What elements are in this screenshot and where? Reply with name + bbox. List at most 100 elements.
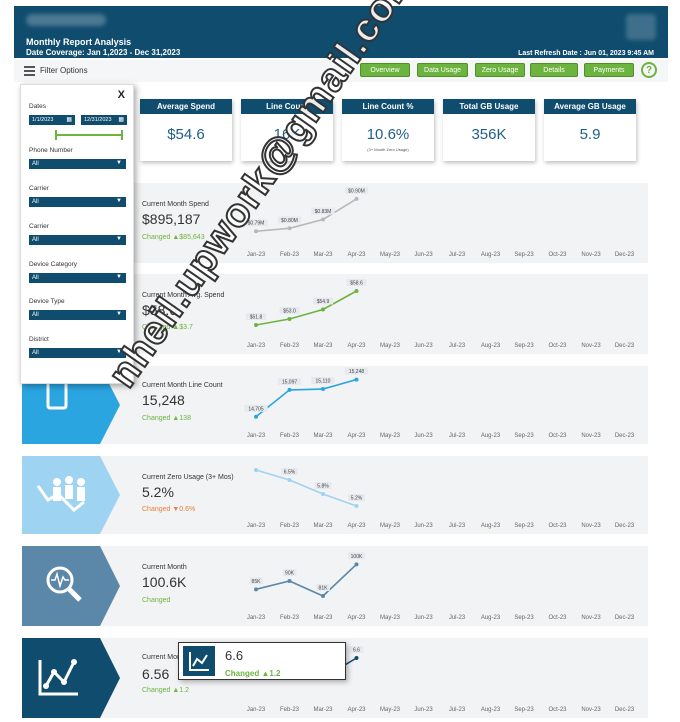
dates-label: Dates <box>29 103 46 110</box>
month-tick-label: Sep-23 <box>514 707 534 713</box>
data-point[interactable] <box>354 196 359 201</box>
phone-number-label: Phone Number <box>29 147 73 154</box>
month-tick-label: Feb-23 <box>280 523 300 529</box>
trend-line <box>255 290 357 326</box>
select-value: All <box>32 350 39 356</box>
carrier-select-2[interactable]: All ▼ <box>29 235 126 245</box>
start-date-input[interactable]: 1/1/2023 ▦ <box>29 115 75 125</box>
report-header: Monthly Report Analysis Date Coverage: J… <box>14 6 668 58</box>
dashboard-root: Monthly Report Analysis Date Coverage: J… <box>0 0 680 722</box>
kpi-total-gb-usage: Total GB Usage 356K <box>443 99 535 161</box>
overview-button[interactable]: Overview <box>360 63 410 77</box>
zero-usage-trend-chart: Jan-23 Feb-23 Mar-23 Apr-23 May-23 Jun-23 Jul-… <box>247 468 635 529</box>
device-type-label: Device Type <box>29 298 65 305</box>
month-tick-label: Jan-23 <box>247 343 266 349</box>
close-icon[interactable]: X <box>118 89 125 101</box>
data-point[interactable] <box>287 387 292 392</box>
chevron-down-icon: ▼ <box>116 160 122 166</box>
month-tick-label: Jul-23 <box>449 343 466 349</box>
month-tick-label: May-23 <box>380 343 401 349</box>
date-slider-start-handle[interactable] <box>55 130 57 140</box>
end-date-value: 12/31/2023 <box>84 117 112 123</box>
calendar-icon[interactable]: ▦ <box>118 116 124 123</box>
month-tick-label: Aug-23 <box>481 707 501 713</box>
blurred-logo <box>626 14 656 40</box>
data-point[interactable] <box>321 307 325 312</box>
help-icon[interactable]: ? <box>641 62 657 78</box>
data-point[interactable] <box>254 229 258 234</box>
month-tick-label: Feb-23 <box>280 615 300 621</box>
month-tick-label: May-23 <box>380 707 401 713</box>
details-button[interactable]: Details <box>530 63 578 77</box>
data-point[interactable] <box>354 656 359 660</box>
trend-line <box>255 469 357 507</box>
trend-line <box>255 378 357 418</box>
data-label: 85K <box>252 579 262 585</box>
month-tick-label: May-23 <box>380 523 401 529</box>
data-label: $58.6 <box>350 281 363 287</box>
data-point[interactable] <box>287 478 292 482</box>
data-label: 15,248 <box>349 369 365 375</box>
hamburger-menu-icon[interactable] <box>24 66 35 76</box>
month-tick-label: Nov-23 <box>581 433 601 439</box>
device-type-select[interactable]: All ▼ <box>29 310 126 320</box>
month-tick-label: Aug-23 <box>481 433 501 439</box>
device-category-label: Device Category <box>29 261 78 268</box>
data-point[interactable] <box>287 226 292 231</box>
district-select[interactable]: All ▼ <box>29 348 126 358</box>
data-point[interactable] <box>354 504 359 508</box>
end-date-input[interactable]: 12/31/2023 ▦ <box>81 115 127 125</box>
payments-button[interactable]: Payments <box>584 63 634 77</box>
data-label: 15,097 <box>282 379 298 385</box>
month-tick-label: Jul-23 <box>449 615 466 621</box>
carrier-label: Carrier <box>29 185 49 192</box>
data-point[interactable] <box>321 492 325 496</box>
month-tick-label: Jan-23 <box>247 707 266 713</box>
month-tick-label: Mar-23 <box>313 433 333 439</box>
calendar-icon[interactable]: ▦ <box>66 116 72 123</box>
data-point[interactable] <box>254 468 258 472</box>
select-value: All <box>32 161 39 167</box>
month-tick-label: Apr-23 <box>347 707 366 713</box>
filter-options-label[interactable]: Filter Options <box>40 66 88 75</box>
kpi-title: Line Count % <box>342 99 434 114</box>
data-point[interactable] <box>354 377 359 382</box>
data-point[interactable] <box>254 323 258 327</box>
month-tick-label: Apr-23 <box>347 343 366 349</box>
data-point[interactable] <box>254 587 258 592</box>
carrier-select[interactable]: All ▼ <box>29 197 126 207</box>
data-point[interactable] <box>321 594 325 598</box>
month-tick-label: Sep-23 <box>514 252 534 258</box>
carrier-label-2: Carrier <box>29 223 49 230</box>
month-tick-label: Jan-23 <box>247 433 266 439</box>
tooltip-value: 6.6 <box>225 648 244 663</box>
data-point[interactable] <box>321 217 325 222</box>
data-point[interactable] <box>354 562 359 567</box>
data-point[interactable] <box>254 414 258 419</box>
kpi-average-gb-usage: Average GB Usage 5.9 <box>544 99 636 161</box>
month-tick-label: Dec-23 <box>615 615 635 621</box>
date-slider-track[interactable] <box>55 134 123 136</box>
device-category-select[interactable]: All ▼ <box>29 273 126 283</box>
phone-number-select[interactable]: All ▼ <box>29 159 126 169</box>
select-value: All <box>32 312 39 318</box>
data-point[interactable] <box>354 289 359 293</box>
kpi-title: Average Spend <box>140 99 232 114</box>
date-slider-end-handle[interactable] <box>121 130 123 140</box>
month-tick-label: Dec-23 <box>615 523 635 529</box>
data-point[interactable] <box>287 579 292 583</box>
month-tick-label: May-23 <box>380 433 401 439</box>
data-point[interactable] <box>287 317 292 321</box>
district-label: District <box>29 336 49 343</box>
zero-usage-button[interactable]: Zero Usage <box>475 63 525 77</box>
month-tick-label: Sep-23 <box>514 615 534 621</box>
data-label: $0.80M <box>281 218 298 224</box>
data-label: $0.83M <box>315 209 332 215</box>
data-label: 81K <box>319 586 329 592</box>
data-usage-button[interactable]: Data Usage <box>417 63 468 77</box>
data-point[interactable] <box>321 387 325 392</box>
kpi-value: 16K <box>273 126 301 143</box>
filter-bar: Filter Options Overview Data Usage Zero … <box>14 60 668 82</box>
kpi-average-spend: Average Spend $54.6 <box>140 99 232 161</box>
data-label: $53.0 <box>283 309 296 315</box>
